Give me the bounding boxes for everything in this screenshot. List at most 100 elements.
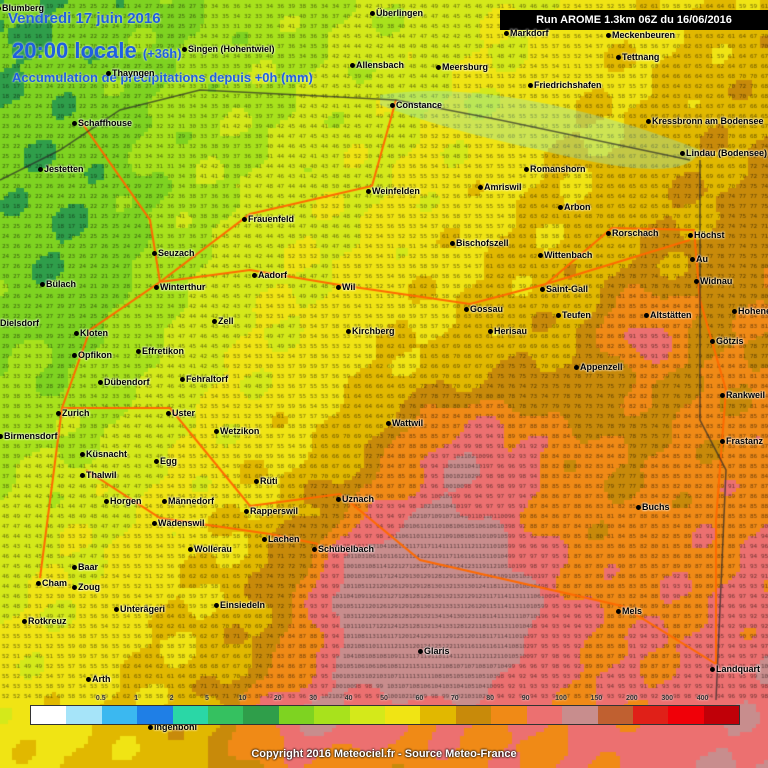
place-label: Wädenswil	[158, 518, 205, 528]
town-marker	[524, 167, 529, 172]
legend-swatch	[632, 706, 669, 724]
place-label: Dielsdorf	[0, 318, 40, 328]
place-label: Rüti	[260, 476, 278, 486]
town-marker	[646, 119, 651, 124]
place-label: Glaris	[424, 646, 450, 656]
place-label: Herisau	[494, 326, 528, 336]
run-info: Run AROME 1.3km 06Z du 16/06/2016	[500, 10, 768, 30]
town-marker	[72, 121, 77, 126]
town-marker	[558, 205, 563, 210]
place-label: Zoug	[78, 582, 100, 592]
town-marker	[418, 649, 423, 654]
town-marker	[72, 353, 77, 358]
legend-swatch	[137, 706, 173, 724]
legend-swatch	[243, 706, 279, 724]
place-label: Wollerau	[194, 544, 232, 554]
legend-tick: 400	[696, 695, 709, 702]
town-marker	[720, 439, 725, 444]
legend-swatch	[491, 706, 527, 724]
place-label: Männedorf	[168, 496, 214, 506]
town-marker	[616, 55, 621, 60]
place-label: Schaffhouse	[78, 118, 133, 128]
legend-swatch	[208, 706, 244, 724]
place-label: Zell	[218, 316, 234, 326]
place-label: Wetzikon	[220, 426, 260, 436]
legend-tick: 30	[309, 695, 318, 702]
place-label: Frastanz	[726, 436, 764, 446]
place-label: Uznach	[342, 494, 375, 504]
place-label: Wattwil	[392, 418, 424, 428]
town-marker	[114, 607, 119, 612]
place-label: Kressbronn am Bodensee	[652, 116, 764, 126]
town-marker	[80, 452, 85, 457]
legend-tick: 5	[205, 695, 209, 702]
copyright: Copyright 2016 Meteociel.fr - Source Met…	[251, 748, 517, 760]
town-marker	[72, 565, 77, 570]
place-label: Arbon	[564, 202, 591, 212]
legend-swatch	[314, 706, 350, 724]
place-label: Rankweil	[726, 390, 766, 400]
town-marker	[154, 459, 159, 464]
town-marker	[504, 31, 509, 36]
town-marker	[148, 725, 153, 730]
town-marker	[152, 521, 157, 526]
place-label: Romanshorn	[530, 164, 586, 174]
place-label: Thayngen	[112, 68, 155, 78]
place-label: Horgen	[110, 496, 142, 506]
town-marker	[606, 33, 611, 38]
town-marker	[616, 609, 621, 614]
place-label: Markdorf	[510, 28, 549, 38]
place-label: Bülach	[46, 279, 77, 289]
forecast-time: 20:00 locale (+36h)	[12, 38, 182, 64]
place-label: Cham	[42, 578, 68, 588]
place-label: Bischofszell	[456, 238, 509, 248]
color-legend: 0.5 1 2 5 10 20 30 40 50 60 70 80 90 100 150 200 300 400	[30, 695, 740, 725]
place-label: Seuzach	[158, 248, 195, 258]
forecast-lead: (+36h)	[142, 46, 182, 61]
legend-tick: 20	[273, 695, 282, 702]
place-label: Uster	[172, 408, 196, 418]
place-label: Baar	[78, 562, 99, 572]
town-marker	[694, 279, 699, 284]
legend-swatch	[172, 706, 209, 724]
town-marker	[370, 11, 375, 16]
place-label: Effretikon	[142, 346, 185, 356]
legend-tick: 70	[450, 695, 459, 702]
town-marker	[162, 499, 167, 504]
place-label: Arth	[92, 674, 111, 684]
town-marker	[182, 47, 187, 52]
place-label: Weinfelden	[372, 186, 420, 196]
legend-tick: 150	[590, 695, 603, 702]
town-marker	[636, 505, 641, 510]
legend-tick: 80	[486, 695, 495, 702]
town-marker	[242, 217, 247, 222]
town-marker	[336, 285, 341, 290]
legend-tick: 90	[521, 695, 530, 702]
place-label: Küsnacht	[86, 449, 128, 459]
town-marker	[104, 499, 109, 504]
place-label: Singen (Hohentwiel)	[188, 44, 275, 54]
place-label: Dübendorf	[104, 377, 150, 387]
town-marker	[154, 285, 159, 290]
town-marker	[214, 429, 219, 434]
place-label: Landquart	[716, 664, 760, 674]
place-label: Mels	[622, 606, 643, 616]
precipitation-map: Vendredi 17 juin 2016 20:00 locale (+36h…	[0, 0, 768, 768]
place-label: Buchs	[642, 502, 670, 512]
map-title: Accumulation de précipitations depuis +0…	[12, 70, 313, 85]
place-label: Zurich	[62, 408, 90, 418]
place-label: Lindau (Bodensee)	[686, 148, 768, 158]
town-marker	[478, 185, 483, 190]
place-label: Altstätten	[650, 310, 692, 320]
town-marker	[366, 189, 371, 194]
place-label: Jestetten	[44, 164, 84, 174]
town-marker	[386, 421, 391, 426]
place-label: Winterthur	[160, 282, 206, 292]
town-marker	[528, 83, 533, 88]
place-label: Thalwil	[86, 470, 117, 480]
legend-bar	[30, 705, 740, 725]
place-label: Opfikon	[78, 350, 112, 360]
town-marker	[40, 282, 45, 287]
place-label: Lachen	[268, 534, 300, 544]
town-marker	[720, 393, 725, 398]
